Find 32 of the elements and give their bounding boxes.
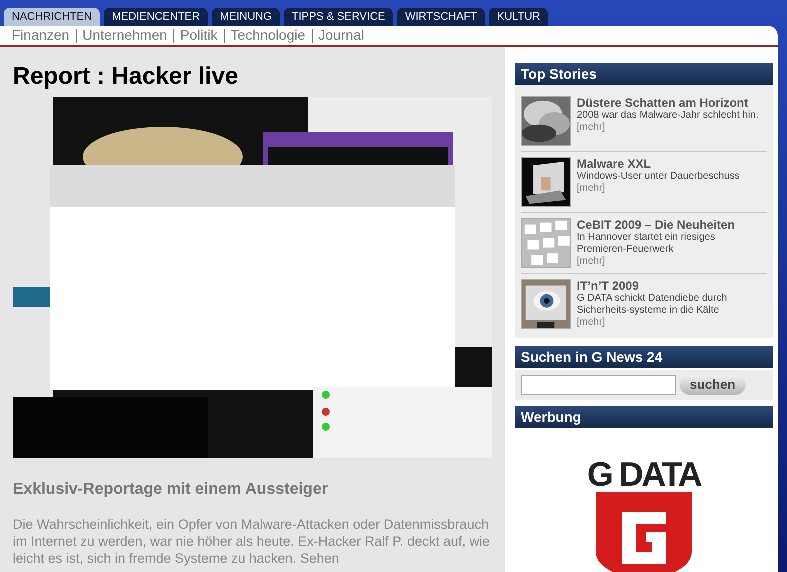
more-link[interactable]: [mehr]: [577, 183, 767, 195]
story-title[interactable]: CeBIT 2009 – Die Neuheiten: [577, 218, 767, 232]
story-title[interactable]: IT’n’T 2009: [577, 279, 767, 293]
section-header: Suchen in G News 24: [515, 346, 773, 368]
story-description: G DATA schickt Datendiebe durch Sicherheits-systeme in die Kälte: [577, 293, 728, 317]
story-title[interactable]: Malware XXL: [577, 157, 767, 171]
nav-tab[interactable]: MEDIENCENTER: [104, 8, 208, 26]
nav-tab[interactable]: KULTUR: [489, 8, 548, 26]
more-link[interactable]: [mehr]: [577, 256, 767, 268]
section-header: Werbung: [515, 406, 773, 428]
subnav-link[interactable]: Journal: [318, 26, 364, 46]
nav-tab[interactable]: TIPPS & SERVICE: [284, 8, 394, 26]
story-description: In Hannover startet ein riesiges Premieren-Feuerwerk: [577, 232, 716, 256]
article-subtitle: Exklusiv-Reportage mit einem Aussteiger: [13, 480, 330, 500]
subnav-link[interactable]: Technologie: [230, 26, 306, 46]
section-header: Top Stories: [515, 63, 773, 85]
subnav-link[interactable]: Politik: [180, 26, 218, 46]
more-link[interactable]: [mehr]: [577, 317, 767, 329]
story-title[interactable]: Düstere Schatten am Horizont: [577, 96, 767, 110]
nav-tab[interactable]: MEINUNG: [212, 8, 280, 26]
search-button[interactable]: suchen: [680, 375, 746, 395]
more-link[interactable]: [mehr]: [577, 122, 767, 134]
article-title: Report : Hacker live: [13, 63, 240, 91]
story-description: Windows-User unter Dauerbeschuss: [577, 171, 741, 183]
subnav-link[interactable]: Unternehmen: [82, 26, 168, 46]
story-description: 2008 war das Malware-Jahr schlecht hin.: [577, 110, 760, 122]
article-body: Die Wahrscheinlichkeit, ein Opfer von Malware-Attacken oder Datenmissbrauch im Internet zu werden, war nie höher als heute. Ex-Hacker Ralf P. deckt auf, wie leicht es ist, sich in fremde Systeme zu hacken. Sehen: [13, 516, 491, 567]
search-field[interactable]: [521, 375, 676, 395]
logo-text: G DATA: [587, 458, 701, 492]
subnav-link[interactable]: Finanzen: [12, 26, 70, 46]
nav-tab[interactable]: WIRTSCHAFT: [397, 8, 486, 26]
nav-tab[interactable]: NACHRICHTEN: [4, 8, 100, 26]
